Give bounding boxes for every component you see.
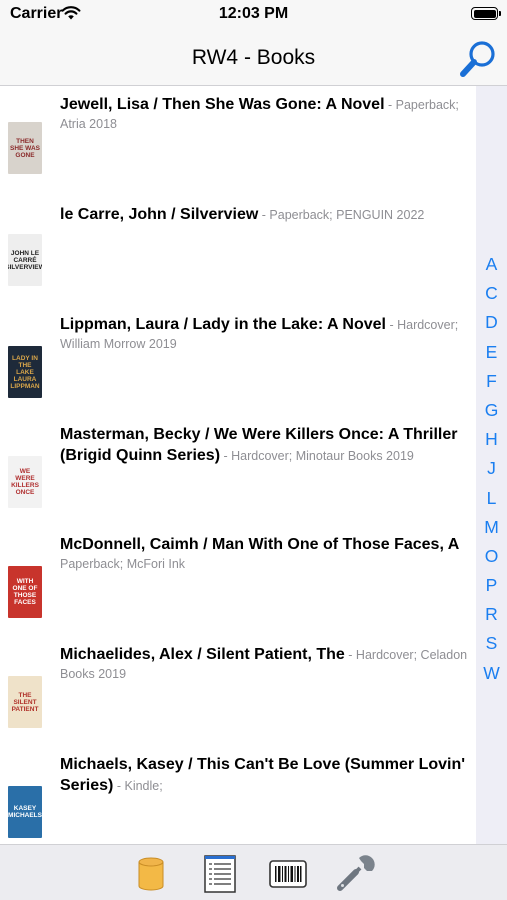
book-cover-thumbnail: WITH ONE OF THOSE FACES: [8, 566, 42, 618]
book-format-publisher: Paperback; McFori Ink: [60, 557, 186, 571]
book-format-publisher: - Kindle;: [113, 779, 163, 793]
book-cover-thumbnail: THE SILENT PATIENT: [8, 676, 42, 728]
wrench-icon[interactable]: [336, 854, 376, 894]
barcode-icon[interactable]: [268, 854, 308, 894]
book-entry-text: Lippman, Laura / Lady in the Lake: A Nov…: [60, 314, 472, 353]
book-format-publisher: - Paperback; PENGUIN 2022: [258, 208, 425, 222]
book-author-title: Jewell, Lisa / Then She Was Gone: A Nove…: [60, 96, 385, 113]
status-bar: Carrier 12:03 PM: [0, 0, 507, 30]
section-index-list: ACDEFGHJLMOPRSW: [476, 250, 507, 688]
index-letter-g[interactable]: G: [476, 396, 507, 425]
book-format-publisher: - Hardcover; Minotaur Books 2019: [220, 449, 414, 463]
list-item[interactable]: THE SILENT PATIENT Michaelides, Alex / Si…: [0, 636, 476, 746]
book-cover-art: THEN SHE WAS GONE: [10, 137, 40, 159]
book-author-title: Michaelides, Alex / Silent Patient, The: [60, 646, 345, 663]
index-letter-d[interactable]: D: [476, 308, 507, 337]
index-letter-w[interactable]: W: [476, 659, 507, 688]
book-cover-thumbnail: KASEY MICHAELS: [8, 786, 42, 838]
book-list[interactable]: THEN SHE WAS GONE Jewell, Lisa / Then She…: [0, 86, 476, 844]
book-author-title: Lippman, Laura / Lady in the Lake: A Nov…: [60, 316, 386, 333]
book-cover-art: LADY IN THE LAKE LAURA LIPPMAN: [10, 354, 40, 390]
book-cover-art: THE SILENT PATIENT: [11, 691, 39, 713]
book-entry-text: McDonnell, Caimh / Man With One of Those…: [60, 534, 472, 573]
index-letter-o[interactable]: O: [476, 542, 507, 571]
book-author-title: McDonnell, Caimh / Man With One of Those…: [60, 536, 460, 553]
index-letter-j[interactable]: J: [476, 454, 507, 483]
section-index: ACDEFGHJLMOPRSW: [476, 86, 507, 844]
book-entry-text: Michaels, Kasey / This Can't Be Love (Su…: [60, 754, 472, 796]
list-item[interactable]: WE WERE KILLERS ONCE Masterman, Becky / W…: [0, 416, 476, 526]
book-cover-art: JOHN LE CARRÉ SILVERVIEW: [8, 249, 42, 271]
index-letter-l[interactable]: L: [476, 484, 507, 513]
tab-bar: [0, 844, 507, 900]
book-cover-thumbnail: JOHN LE CARRÉ SILVERVIEW: [8, 234, 42, 286]
book-cover-thumbnail: WE WERE KILLERS ONCE: [8, 456, 42, 508]
book-cover-art: WITH ONE OF THOSE FACES: [12, 578, 38, 606]
battery-icon: [471, 7, 501, 20]
clock-time: 12:03 PM: [218, 5, 289, 22]
list-item[interactable]: LADY IN THE LAKE LAURA LIPPMAN Lippman, L…: [0, 306, 476, 416]
list-item[interactable]: WITH ONE OF THOSE FACES McDonnell, Caimh …: [0, 526, 476, 636]
book-cover-art: KASEY MICHAELS: [8, 805, 42, 819]
search-icon[interactable]: [458, 38, 500, 80]
navigation-bar: RW4 - Books: [0, 30, 507, 86]
page-title: RW4 - Books: [191, 46, 316, 69]
database-icon[interactable]: [131, 854, 171, 894]
book-author-title: le Carre, John / Silverview: [60, 206, 259, 223]
book-cover-thumbnail: LADY IN THE LAKE LAURA LIPPMAN: [8, 346, 42, 398]
index-letter-e[interactable]: E: [476, 338, 507, 367]
list-item[interactable]: THEN SHE WAS GONE Jewell, Lisa / Then She…: [0, 86, 476, 196]
book-entry-text: Masterman, Becky / We Were Killers Once:…: [60, 424, 472, 466]
index-letter-p[interactable]: P: [476, 571, 507, 600]
index-letter-c[interactable]: C: [476, 279, 507, 308]
book-entry-text: Jewell, Lisa / Then She Was Gone: A Nove…: [60, 94, 472, 133]
index-letter-s[interactable]: S: [476, 629, 507, 658]
book-entry-text: le Carre, John / Silverview - Paperback;…: [60, 204, 472, 225]
book-cover-thumbnail: THEN SHE WAS GONE: [8, 122, 42, 174]
list-icon[interactable]: [200, 854, 240, 894]
book-entry-text: Michaelides, Alex / Silent Patient, The …: [60, 644, 472, 683]
list-item[interactable]: KASEY MICHAELS Michaels, Kasey / This Can…: [0, 746, 476, 844]
index-letter-h[interactable]: H: [476, 425, 507, 454]
book-cover-art: WE WERE KILLERS ONCE: [11, 468, 39, 496]
index-letter-a[interactable]: A: [476, 250, 507, 279]
index-letter-f[interactable]: F: [476, 367, 507, 396]
index-letter-m[interactable]: M: [476, 513, 507, 542]
index-letter-r[interactable]: R: [476, 600, 507, 629]
list-item[interactable]: JOHN LE CARRÉ SILVERVIEW le Carre, John /…: [0, 196, 476, 306]
